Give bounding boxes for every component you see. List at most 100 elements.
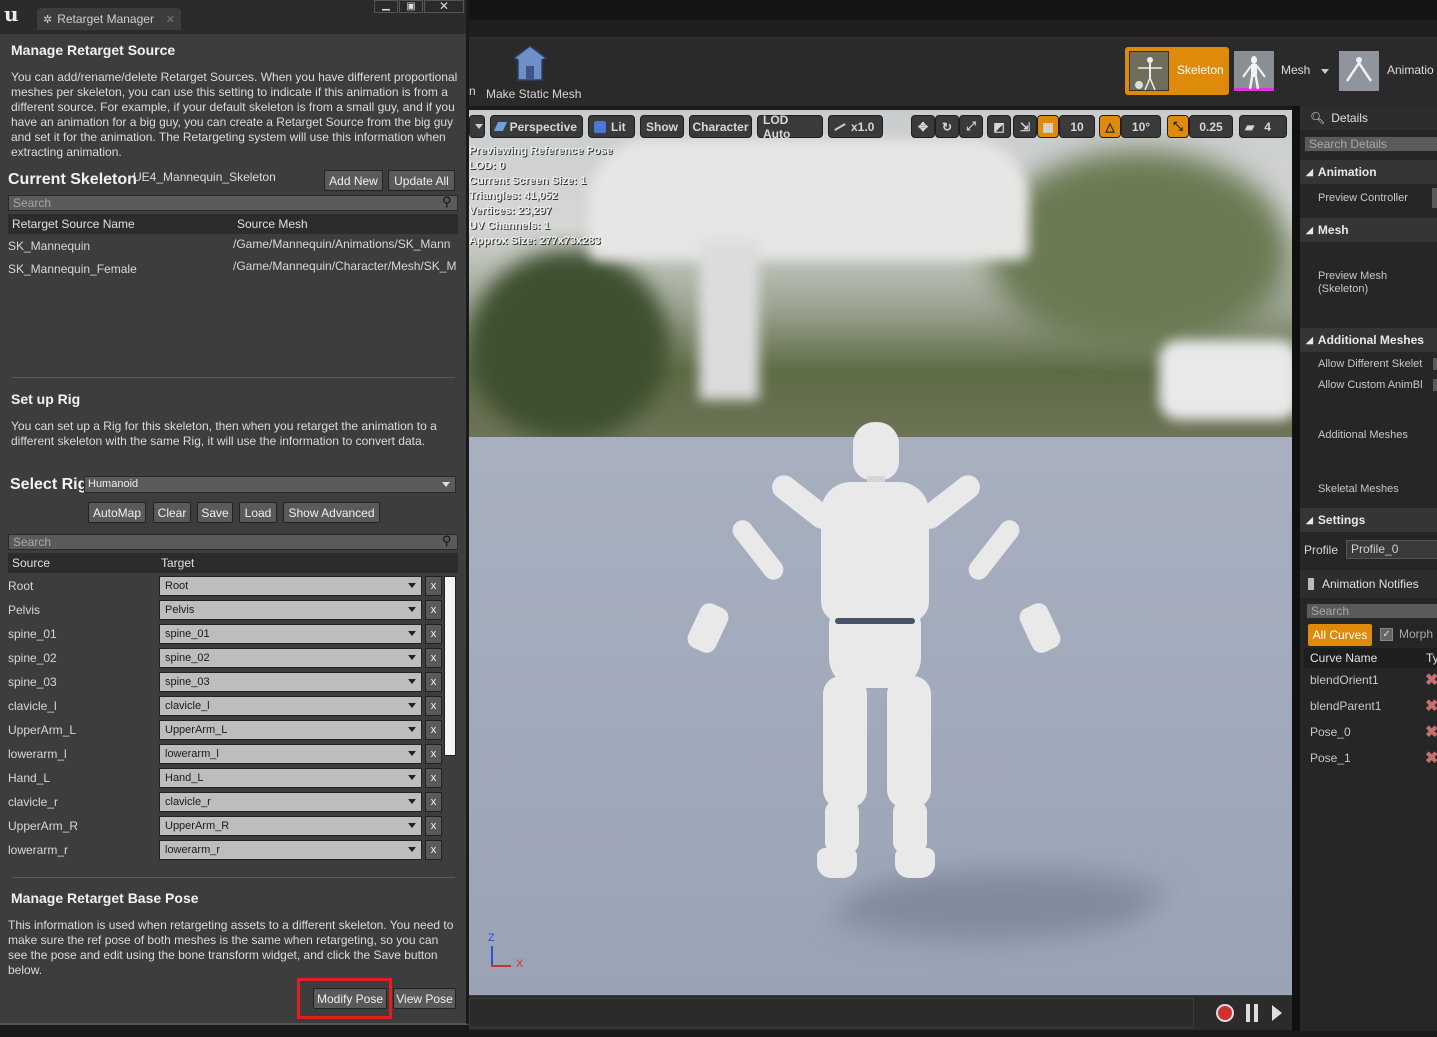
scale-snap-icon[interactable]: ⤡ [1167, 115, 1189, 138]
section-animation[interactable]: ◢ Animation [1300, 160, 1437, 184]
curve-row[interactable]: Pose_1 [1310, 751, 1351, 765]
delete-curve-icon[interactable]: ✖ [1425, 673, 1437, 689]
perspective-button[interactable]: Perspective [490, 115, 583, 138]
timeline-scrub[interactable] [469, 998, 1194, 1028]
clear-mapping-button[interactable]: x [425, 600, 442, 620]
rig-target-dropdown[interactable]: clavicle_l [159, 696, 422, 716]
clear-mapping-button[interactable]: x [425, 648, 442, 668]
details-tab[interactable]: 🔍︎ Details [1300, 106, 1437, 130]
rig-target-dropdown[interactable]: Hand_L [159, 768, 422, 788]
rig-target-dropdown[interactable]: spine_01 [159, 624, 422, 644]
select-rig-dropdown[interactable]: Humanoid [84, 476, 456, 493]
retarget-source-search-input[interactable]: Search [8, 195, 458, 211]
load-button[interactable]: Load [239, 502, 277, 523]
clear-mapping-button[interactable]: x [425, 576, 442, 596]
delete-curve-icon[interactable]: ✖ [1425, 725, 1437, 741]
clear-mapping-button[interactable]: x [425, 744, 442, 764]
profile-dropdown[interactable]: Profile_0 [1346, 540, 1437, 559]
animation-notifies-tab[interactable]: Animation Notifies [1300, 570, 1437, 598]
scale-snap-value[interactable]: 0.25 [1189, 115, 1233, 138]
clear-mapping-button[interactable]: x [425, 720, 442, 740]
view-pose-button[interactable]: View Pose [393, 988, 456, 1009]
clear-mapping-button[interactable]: x [425, 672, 442, 692]
clear-mapping-button[interactable]: x [425, 840, 442, 860]
clear-mapping-button[interactable]: x [425, 696, 442, 716]
rig-target-dropdown[interactable]: UpperArm_R [159, 816, 422, 836]
profile-label: Profile [1304, 543, 1339, 557]
step-forward-icon[interactable] [1272, 1005, 1282, 1021]
viewport-options-button[interactable] [469, 115, 485, 138]
section-settings[interactable]: ◢ Settings [1300, 508, 1437, 532]
retarget-source-mesh[interactable]: /Game/Mannequin/Character/Mesh/SK_M [233, 259, 458, 273]
clear-button[interactable]: Clear [153, 502, 191, 523]
retarget-manager-tab[interactable]: ✲ Retarget Manager ✕ [37, 8, 181, 30]
delete-curve-icon[interactable]: ✖ [1425, 699, 1437, 715]
retarget-source-name[interactable]: SK_Mannequin_Female [8, 262, 137, 276]
notifies-search-input[interactable]: Search [1306, 603, 1437, 619]
rig-target-dropdown[interactable]: Root [159, 576, 422, 596]
update-all-button[interactable]: Update All [388, 170, 455, 191]
all-curves-button[interactable]: All Curves [1308, 624, 1372, 646]
close-icon[interactable]: ✕ [424, 0, 464, 13]
preview-viewport[interactable]: Perspective Lit Show Character LOD Auto … [469, 110, 1292, 995]
curve-row[interactable]: Pose_0 [1310, 725, 1351, 739]
tab-close-icon[interactable]: ✕ [166, 13, 175, 26]
rig-target-dropdown[interactable]: spine_02 [159, 648, 422, 668]
rig-target-dropdown[interactable]: UpperArm_L [159, 720, 422, 740]
automap-button[interactable]: AutoMap [88, 502, 146, 523]
grid-snap-value[interactable]: 10 [1059, 115, 1095, 138]
clear-mapping-button[interactable]: x [425, 792, 442, 812]
make-static-mesh-button[interactable]: Make Static Mesh [481, 42, 609, 102]
curve-row[interactable]: blendParent1 [1310, 699, 1381, 713]
lod-button[interactable]: LOD Auto [757, 113, 823, 141]
show-advanced-button[interactable]: Show Advanced [283, 502, 380, 523]
record-icon[interactable] [1216, 1004, 1234, 1022]
clear-mapping-button[interactable]: x [425, 624, 442, 644]
details-search-input[interactable]: Search Details [1304, 136, 1437, 152]
rotate-mode-icon[interactable]: ↻ [935, 115, 959, 138]
curve-row[interactable]: blendOrient1 [1310, 673, 1379, 687]
rig-list-scrollbar[interactable] [444, 576, 456, 756]
pause-icon[interactable] [1246, 1004, 1258, 1022]
add-new-button[interactable]: Add New [324, 170, 383, 191]
allow-custom-animbp-checkbox[interactable] [1433, 379, 1437, 391]
section-mesh[interactable]: ◢ Mesh [1300, 218, 1437, 242]
mode-mesh-button[interactable]: Mesh [1233, 47, 1333, 95]
static-mesh-icon [512, 45, 548, 81]
rig-target-dropdown[interactable]: lowerarm_l [159, 744, 422, 764]
preview-controller-dropdown[interactable] [1432, 188, 1437, 208]
rig-target-dropdown[interactable]: spine_03 [159, 672, 422, 692]
maximize-icon[interactable]: ▣ [399, 0, 423, 13]
delete-curve-icon[interactable]: ✖ [1425, 751, 1437, 767]
mesh-dropdown-arrow-icon[interactable] [1321, 69, 1329, 74]
character-button[interactable]: Character [689, 115, 752, 138]
rig-target-dropdown[interactable]: Pelvis [159, 600, 422, 620]
retarget-source-name[interactable]: SK_Mannequin [8, 239, 90, 253]
rotation-snap-value[interactable]: 10° [1121, 115, 1161, 138]
mode-animation-button[interactable]: Animatio [1337, 47, 1437, 95]
rig-target-dropdown[interactable]: clavicle_r [159, 792, 422, 812]
rotation-snap-icon[interactable]: △ [1099, 115, 1121, 138]
translate-mode-icon[interactable]: ✥ [911, 115, 935, 138]
allow-different-skeletons-checkbox[interactable] [1433, 358, 1437, 370]
morph-checkbox[interactable]: ✓ [1380, 628, 1393, 641]
rig-target-dropdown[interactable]: lowerarm_r [159, 840, 422, 860]
lit-button[interactable]: Lit [588, 115, 635, 138]
section-additional-meshes[interactable]: ◢ Additional Meshes [1300, 328, 1437, 352]
window-title-bar[interactable]: u ✲ Retarget Manager ✕ ▁ ▣ ✕ [0, 0, 466, 34]
camera-speed-button[interactable]: ▰ 4 [1239, 115, 1287, 138]
minimize-icon[interactable]: ▁ [374, 0, 398, 13]
rig-search-input[interactable]: Search [8, 534, 458, 550]
show-button[interactable]: Show [640, 115, 684, 138]
mode-skeleton-button[interactable]: Skeleton [1125, 47, 1229, 95]
timeline-bar[interactable] [469, 995, 1292, 1030]
retarget-source-mesh[interactable]: /Game/Mannequin/Animations/SK_Mann [233, 237, 458, 251]
coordinate-system-icon[interactable]: ◩ [987, 115, 1011, 138]
save-button[interactable]: Save [197, 502, 233, 523]
playback-speed-button[interactable]: x1.0 [828, 115, 883, 138]
clear-mapping-button[interactable]: x [425, 768, 442, 788]
grid-snap-icon[interactable]: ▦ [1037, 115, 1059, 138]
surface-snap-icon[interactable]: ⇲ [1013, 115, 1037, 138]
clear-mapping-button[interactable]: x [425, 816, 442, 836]
scale-mode-icon[interactable]: ⤢ [959, 115, 983, 138]
